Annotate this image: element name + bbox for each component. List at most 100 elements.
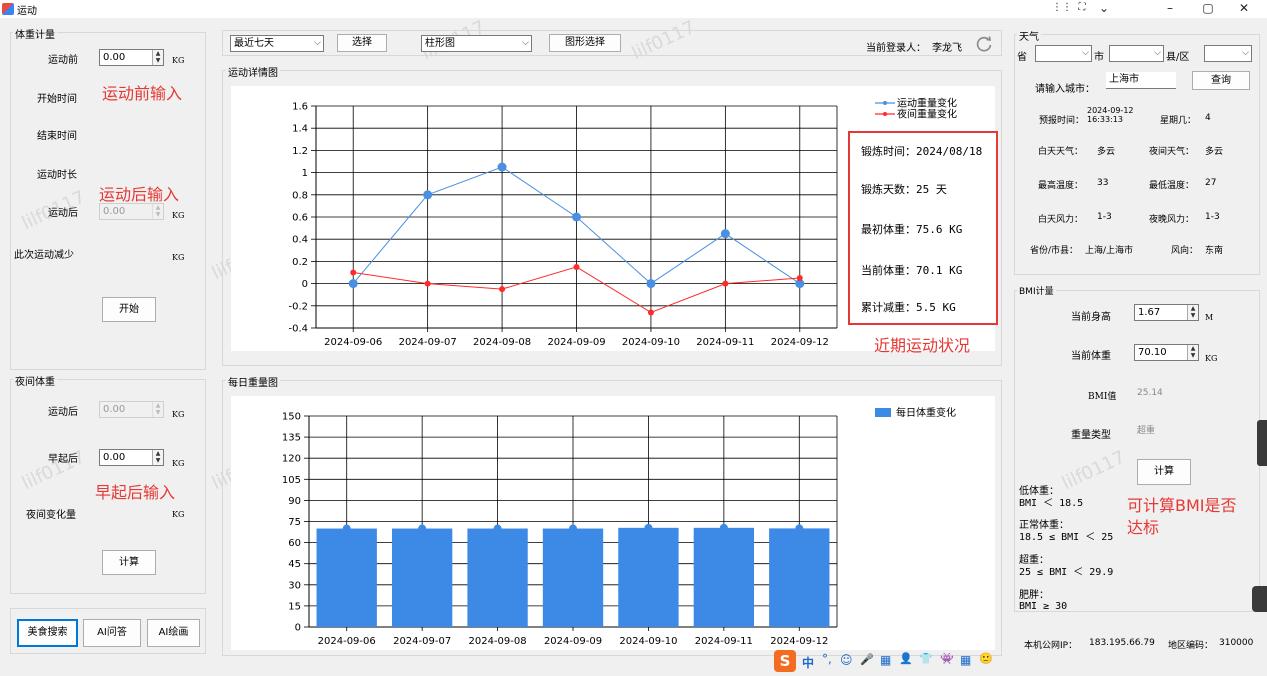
wind-dir-label: 风向： <box>1171 246 1199 256</box>
x-tick-label: 2024-09-06 <box>318 636 376 647</box>
sogou-icon[interactable]: S <box>774 650 796 672</box>
chart-type-value: 柱形图 <box>425 38 455 49</box>
app-icon <box>2 3 14 15</box>
y-tick-label: 120 <box>282 454 301 465</box>
y-tick-label: 0 <box>302 279 308 290</box>
start-button[interactable]: 开始 <box>102 297 156 322</box>
night-after-input[interactable]: 0.00 ▲ ▼ <box>99 401 164 418</box>
legend-label: 运动重量变化 <box>897 97 957 110</box>
legend-label: 每日体重变化 <box>896 406 956 419</box>
emoji-icon[interactable]: ☺ <box>840 653 853 667</box>
bmi-range-over-name: 超重： <box>1019 555 1049 566</box>
ip-label: 本机公网IP： <box>1024 641 1078 651</box>
bmi-value: 25.14 <box>1134 386 1200 401</box>
x-tick-label: 2024-09-07 <box>393 636 451 647</box>
bmi-weight-input[interactable]: 70.10 ▲ ▼ <box>1134 344 1199 361</box>
night-after-value: 0.00 <box>103 404 126 415</box>
day-weather-label: 白天天气： <box>1038 147 1084 157</box>
after-weight-spinner[interactable]: ▲ ▼ <box>152 204 163 219</box>
bar <box>316 528 377 627</box>
x-tick-label: 2024-09-12 <box>771 337 829 348</box>
user-icon[interactable]: 👤 <box>899 652 913 665</box>
refresh-icon[interactable] <box>974 34 994 54</box>
chevron-down-icon: ⌵ <box>1082 48 1089 58</box>
bar <box>769 528 830 627</box>
minimize-button[interactable]: – <box>1153 0 1187 18</box>
legend-marker <box>883 101 887 105</box>
range-select[interactable]: 最近七天 ⌵ <box>230 35 324 52</box>
maximize-button[interactable]: ▢ <box>1191 0 1225 18</box>
morning-label: 早起后 <box>48 454 78 465</box>
legend-label: 夜间重量变化 <box>897 108 957 121</box>
height-unit: M <box>1205 313 1214 322</box>
exercise-time: 锻炼时间：2024/08/18 <box>861 145 983 158</box>
province-select[interactable]: ⌵ <box>1035 45 1092 62</box>
y-tick-label: 1.6 <box>292 102 308 113</box>
note-recent: 近期运动状况 <box>874 336 971 355</box>
keyboard-icon[interactable]: ▦ <box>880 653 891 667</box>
side-dock-icon[interactable] <box>1252 586 1267 612</box>
daily-chart-title: 每日重量图 <box>226 374 280 389</box>
before-weight-spinner[interactable]: ▲ ▼ <box>152 50 163 65</box>
bar-top-marker <box>493 524 502 533</box>
min-temp-value: 27 <box>1205 178 1217 188</box>
select-button[interactable]: 选择 <box>337 34 387 52</box>
before-weight-input[interactable]: 0.00 ▲ ▼ <box>99 49 164 66</box>
mascot-icon[interactable]: 🙂 <box>979 652 993 665</box>
x-tick-label: 2024-09-12 <box>770 636 828 647</box>
bmi-calc-button[interactable]: 计算 <box>1137 459 1191 485</box>
height-input[interactable]: 1.67 ▲ ▼ <box>1134 304 1199 321</box>
ime-mode-icon[interactable]: 中 <box>802 654 814 671</box>
data-point <box>720 229 730 239</box>
ai-draw-button[interactable]: AI绘画 <box>147 619 200 647</box>
range-select-value: 最近七天 <box>234 38 274 49</box>
ai-qa-button[interactable]: AI问答 <box>83 619 141 647</box>
city-select[interactable]: ⌵ <box>1109 45 1164 62</box>
bmi-weight-spinner[interactable]: ▲ ▼ <box>1187 345 1198 360</box>
y-tick-label: 0.2 <box>292 257 308 268</box>
bmi-weight-label: 当前体重 <box>1071 351 1111 362</box>
night-after-unit: KG <box>172 410 185 419</box>
punctuation-icon[interactable]: °, <box>822 652 832 666</box>
city-input[interactable]: 上海市 <box>1106 72 1176 89</box>
y-tick-label: 150 <box>282 412 301 423</box>
bmi-weight-unit: KG <box>1205 354 1218 363</box>
collapse-icon[interactable]: ⌄ <box>1087 0 1121 18</box>
current-weight: 当前体重：70.1 KG <box>861 264 963 277</box>
apps-icon[interactable]: ▦ <box>960 653 971 667</box>
morning-weight-spinner[interactable]: ▲ ▼ <box>152 450 163 465</box>
max-temp-value: 33 <box>1097 178 1109 188</box>
night-calc-button[interactable]: 计算 <box>102 550 156 575</box>
night-after-spinner[interactable]: ▲ ▼ <box>152 402 163 417</box>
microphone-icon[interactable]: 🎤 <box>860 653 874 666</box>
food-search-button[interactable]: 美食搜索 <box>17 619 78 647</box>
chart-select-button[interactable]: 图形选择 <box>549 34 621 52</box>
end-time-label: 结束时间 <box>37 131 77 142</box>
game-icon[interactable]: 👾 <box>940 652 954 665</box>
start-time-label: 开始时间 <box>37 94 77 105</box>
morning-weight-input[interactable]: 0.00 ▲ ▼ <box>99 449 164 466</box>
height-spinner[interactable]: ▲ ▼ <box>1187 305 1198 320</box>
data-point <box>796 275 803 282</box>
chart-type-select[interactable]: 柱形图 ⌵ <box>421 35 532 52</box>
close-button[interactable]: ✕ <box>1227 0 1261 18</box>
night-after-label: 运动后 <box>48 407 78 418</box>
x-tick-label: 2024-09-08 <box>473 337 531 348</box>
bmi-range-obese: BMI ≥ 30 <box>1019 601 1068 612</box>
x-tick-label: 2024-09-11 <box>696 337 754 348</box>
before-label: 运动前 <box>48 55 78 66</box>
before-weight-value: 0.00 <box>103 52 126 63</box>
wind-dir-value: 东南 <box>1205 246 1224 256</box>
bmi-value-label: BMI值 <box>1088 392 1117 402</box>
x-tick-label: 2024-09-09 <box>544 636 602 647</box>
morning-unit: KG <box>172 459 185 468</box>
y-tick-label: 0.8 <box>292 190 308 201</box>
login-user: 李龙飞 <box>932 43 962 54</box>
night-change-value <box>99 504 165 519</box>
skin-icon[interactable]: 👕 <box>919 652 933 665</box>
bmi-range-normal-name: 正常体重： <box>1019 520 1069 531</box>
after-weight-input[interactable]: 0.00 ▲ ▼ <box>99 203 164 220</box>
side-handle[interactable] <box>1257 420 1267 466</box>
county-select[interactable]: ⌵ <box>1204 45 1252 62</box>
query-button[interactable]: 查询 <box>1192 71 1250 90</box>
